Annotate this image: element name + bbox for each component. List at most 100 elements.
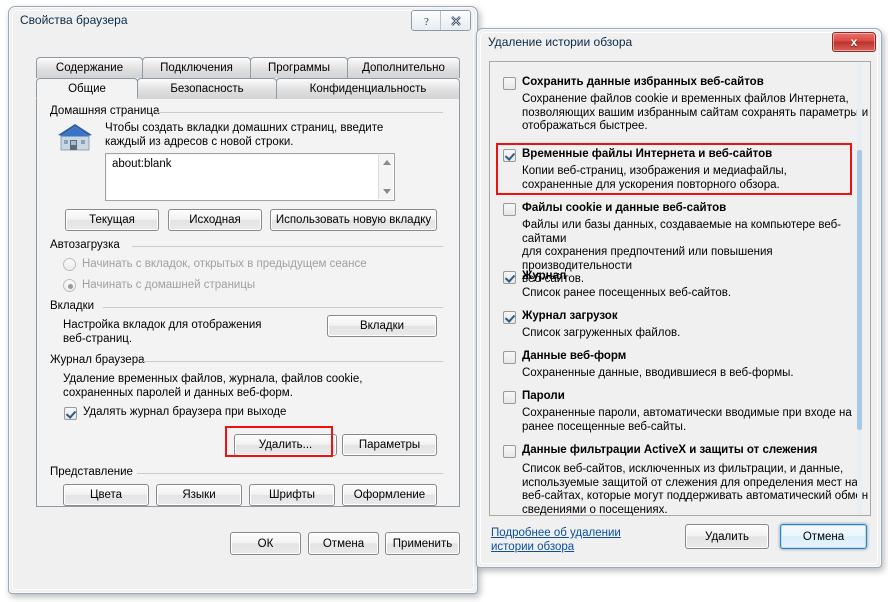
tabs-button[interactable]: Вкладки [327,315,437,337]
radio-home-page[interactable] [63,279,76,292]
home-page-textarea-scrollbar[interactable] [378,155,393,199]
history-group-label: Журнал браузера [50,354,145,366]
home-page-description-line2: каждый из адресов с новой строки. [105,136,294,148]
desc-line: Список загруженных файлов. [522,327,681,339]
tabstrip-row-2: Общие Безопасность Конфиденциальность [36,78,460,99]
tab-bezopasnost[interactable]: Безопасность [137,78,277,99]
tab-podklyucheniya[interactable]: Подключения [142,57,251,78]
apply-button[interactable]: Применить [385,532,460,555]
home-page-textarea[interactable]: about:blank [105,153,395,201]
close-icon[interactable]: x [832,32,876,52]
cancel-button[interactable]: Отмена [308,532,379,555]
item-title-form-data: Данные веб-форм [522,350,627,362]
button-label: Текущая [89,214,135,226]
checkbox-history[interactable] [503,271,516,284]
checkbox-temporary-files[interactable] [503,149,516,162]
tabs-description-line2: веб-страниц. [63,333,133,345]
checkbox-activex-filtering[interactable] [503,445,516,458]
history-group-rule [143,361,443,362]
languages-button[interactable]: Языки [156,484,242,506]
colors-button[interactable]: Цвета [63,484,149,506]
desc-line: Сохранение файлов cookie и временных фай… [522,93,849,105]
design-button[interactable]: Оформление [342,484,437,506]
desc-line: Список веб-сайтов, исключенных из фильтр… [522,463,844,475]
screenshot-root: Свойства браузера ? Содержание Подключен… [0,0,888,602]
delete-history-dialog: Удаление истории обзора x Сохранить данн… [476,28,882,568]
button-label: Шрифты [268,489,316,501]
current-page-button[interactable]: Текущая [65,209,159,231]
desc-line: веб-сайтов. [522,273,585,285]
tab-dopolnitelno[interactable]: Дополнительно [347,57,460,78]
desc-line: Список ранее посещенных веб-сайтов. [522,287,732,299]
desc-line: для сохранения предпочтений или повышени… [522,246,773,272]
checkbox-download-history[interactable] [503,311,516,324]
close-icon[interactable] [441,11,470,30]
delete-history-on-exit-checkbox[interactable] [64,407,77,420]
desc-line: сведениями о посещениях. [522,503,668,516]
history-settings-button[interactable]: Параметры [342,434,437,456]
button-label: Отмена [322,537,365,550]
radio-previous-session-label: Начинать с вкладок, открытых в предыдуще… [82,258,367,270]
list-scrollbar-thumb[interactable] [857,150,862,430]
page-title: Свойства браузера [20,13,128,27]
checkbox-favorites-data[interactable] [503,77,516,90]
history-description-line1: Удаление временных файлов, журнала, файл… [63,373,363,385]
button-label: Удалить [705,530,749,543]
tabs-group-rule [103,307,443,308]
original-page-button[interactable]: Исходная [168,209,262,231]
use-new-tab-button[interactable]: Использовать новую вкладку [270,209,437,231]
list-scrollbar[interactable] [857,62,862,515]
checkbox-cookies[interactable] [503,203,516,216]
button-label: Применить [392,537,453,550]
desc-line: ранее посещенные веб-сайты. [522,420,687,433]
tab-label: Дополнительно [362,62,445,74]
delete-dialog-title: Удаление истории обзора [488,35,633,49]
appearance-group-label: Представление [50,466,133,478]
scroll-up-icon[interactable] [379,155,394,170]
tab-soderzhanie[interactable]: Содержание [36,57,143,78]
checkbox-passwords[interactable] [503,391,516,404]
desc-line: позволяющих вашим избранным сайтам сохра… [522,106,869,119]
autostart-group-label: Автозагрузка [50,239,120,251]
tab-programmy[interactable]: Программы [250,57,348,78]
close-icon-glyph: x [850,35,858,49]
browser-properties-titlebar[interactable]: Свойства браузера ? [9,7,477,35]
item-desc-history: Список ранее посещенных веб-сайтов. [522,287,731,301]
item-title-history: Журнал [522,270,567,282]
link-line-1: Подробнее об удалении [491,527,621,539]
item-desc-favorites-data: Сохранение файлов cookie и временных фай… [522,93,868,134]
tabs-group-label: Вкладки [50,300,95,312]
delete-history-titlebar[interactable]: Удаление истории обзора x [477,29,881,57]
ok-button[interactable]: ОК [230,532,301,555]
item-title-cookies: Файлы cookie и данные веб-сайтов [522,202,727,214]
radio-previous-session[interactable] [63,258,76,271]
tab-obshchie[interactable]: Общие [36,78,138,99]
item-title-passwords: Пароли [522,390,565,402]
general-tab-panel: Домашняя страница Чтобы создать вкладки … [36,98,460,507]
cancel-delete-button[interactable]: Отмена [780,524,867,549]
item-desc-download-history: Список загруженных файлов. [522,327,680,341]
confirm-delete-button[interactable]: Удалить [685,524,769,549]
tab-konfidentsialnost[interactable]: Конфиденциальность [276,78,460,99]
autostart-group-rule [132,246,443,247]
button-label: Отмена [802,530,845,543]
button-label: Использовать новую вкладку [275,214,432,226]
button-label: Удалить... [258,439,313,451]
tabstrip-row-1: Содержание Подключения Программы Дополни… [36,57,460,78]
checkbox-form-data[interactable] [503,351,516,364]
delete-history-button[interactable]: Удалить... [234,434,337,456]
tab-label: Программы [267,62,331,74]
svg-text:?: ? [424,16,429,27]
desc-line: веб-сайтах, которые могут поддерживать а… [522,490,869,502]
button-label: Параметры [358,439,421,451]
button-label: Исходная [189,214,241,226]
item-desc-form-data: Сохраненные данные, вводившиеся в веб-фо… [522,367,794,381]
desc-line: Сохраненные пароли, автоматически вводим… [522,407,852,419]
help-icon[interactable]: ? [412,11,441,30]
fonts-button[interactable]: Шрифты [249,484,335,506]
button-label: Вкладки [359,320,405,332]
home-page-group-label: Домашняя страница [50,105,160,117]
item-desc-passwords: Сохраненные пароли, автоматически вводим… [522,407,852,434]
scroll-down-icon[interactable] [379,184,394,199]
learn-more-link[interactable]: Подробнее об удалении истории обзора [491,526,621,554]
